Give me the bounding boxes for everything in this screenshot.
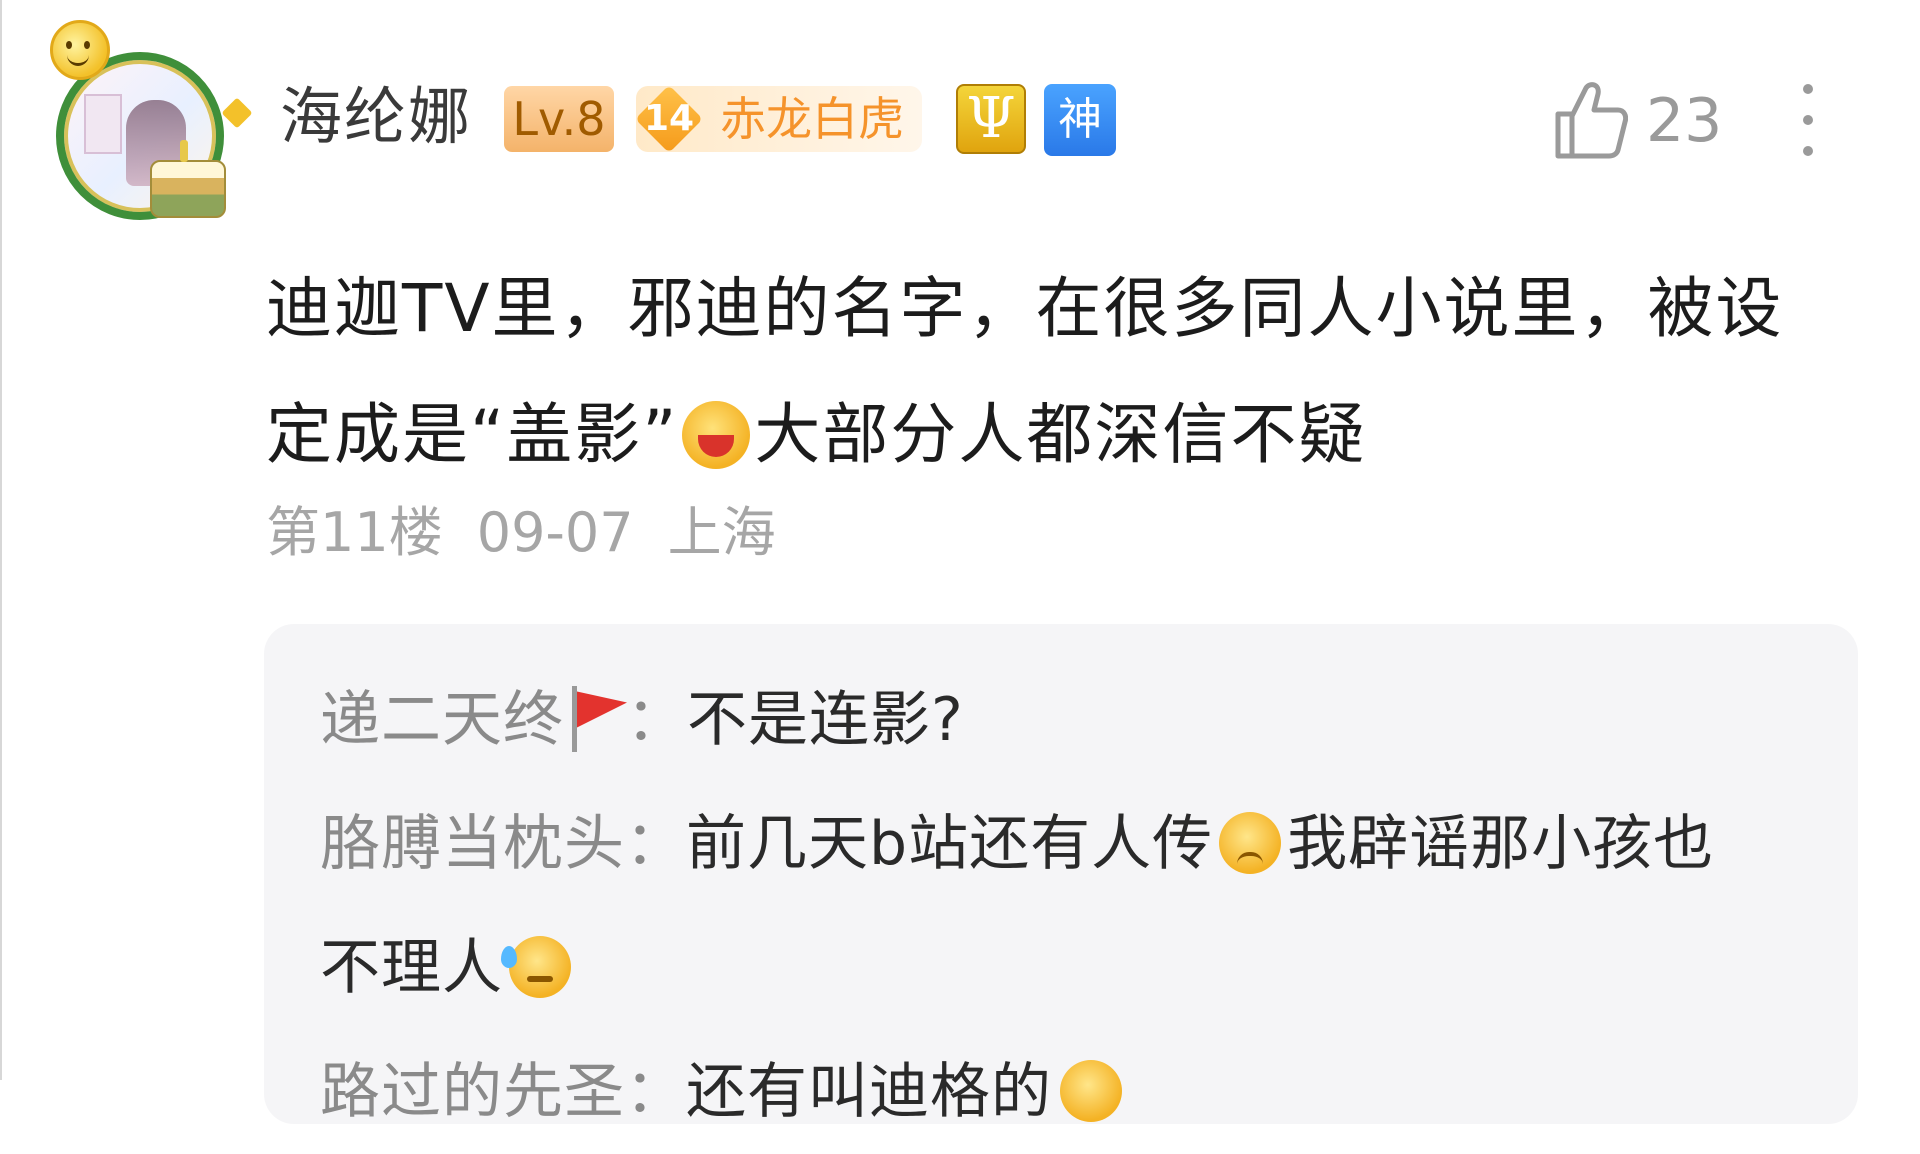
reply-author[interactable]: 胳膊当枕头 (320, 809, 625, 879)
thumbs-up-icon[interactable] (1552, 80, 1628, 160)
emoji-icon (1060, 1060, 1122, 1122)
reply-text: 还有叫迪格的 (686, 1057, 1052, 1127)
laughing-emoji-icon (682, 401, 751, 469)
reply-author[interactable]: 递二天终 (320, 685, 564, 755)
user-avatar[interactable] (42, 20, 253, 226)
username[interactable]: 海纶娜 (280, 82, 472, 152)
reply-text: 不是连影? (687, 685, 964, 755)
post-meta: 第11楼 09-07 上海 (266, 498, 810, 568)
fan-level-number: 14 (643, 98, 695, 139)
more-vertical-icon[interactable] (1800, 84, 1816, 160)
fan-badge-name: 赤龙白虎 (720, 92, 904, 146)
like-count: 23 (1646, 86, 1723, 156)
reply-author[interactable]: 路过的先圣 (320, 1057, 625, 1127)
frowning-emoji-icon (1219, 812, 1282, 874)
reply-separator: ： (625, 1057, 686, 1127)
post-date: 09-07 (476, 501, 634, 564)
reply-item[interactable]: 胳膊当枕头：前几天b站还有人传 我辟谣那小孩也不理人 (320, 782, 1840, 1030)
fan-badge[interactable]: 14 赤龙白虎 (636, 86, 922, 152)
avatar-sun-icon (50, 20, 110, 80)
shen-badge[interactable]: 神 (1044, 84, 1116, 156)
post-location: 上海 (667, 501, 776, 564)
reply-item[interactable]: 递二天终 ：不是连影? (320, 658, 1840, 782)
post-content-line1: 迪迦TV里，邪迪的名字，在很多同人小说里，被设 (266, 270, 1784, 347)
reply-separator: ： (625, 809, 686, 879)
floor-number: 第11楼 (266, 501, 443, 564)
post-content-line2: 定成是“盖影” 大部分人都深信不疑 (266, 372, 1826, 498)
post-content-text-a: 定成是“盖影” (266, 396, 679, 473)
avatar-image-window (84, 94, 122, 154)
post-content: 迪迦TV里，邪迪的名字，在很多同人小说里，被设 定成是“盖影” 大部分人都深信不疑 (266, 246, 1826, 498)
level-badge: Lv.8 (504, 86, 614, 152)
reply-item[interactable]: 路过的先圣：还有叫迪格的 (320, 1030, 1840, 1154)
reply-text-b: 我辟谣那小孩也 (1287, 809, 1715, 879)
post-content-text-b: 大部分人都深信不疑 (754, 396, 1367, 473)
avatar-cake-icon (150, 140, 226, 218)
sweat-emoji-icon (501, 936, 571, 998)
red-flag-icon (564, 682, 626, 752)
left-edge-divider (0, 0, 2, 1080)
fan-level-icon: 14 (636, 86, 702, 152)
psi-badge-icon[interactable]: Ψ (956, 84, 1026, 154)
reply-text-a: 前几天b站还有人传 (686, 809, 1214, 879)
avatar-star-icon (221, 97, 253, 129)
reply-separator: ： (626, 685, 687, 755)
reply-text-c: 不理人 (320, 933, 503, 1003)
replies-box[interactable]: 递二天终 ：不是连影? 胳膊当枕头：前几天b站还有人传 我辟谣那小孩也 不理人 路过的… (264, 624, 1858, 1127)
